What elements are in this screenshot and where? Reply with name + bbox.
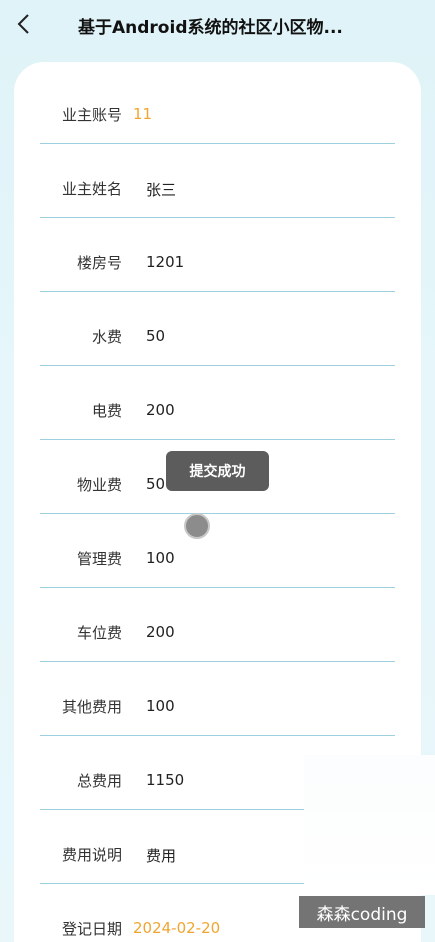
row-management-fee: 管理费 100 [40, 514, 395, 588]
row-owner-account: 业主账号 11 [40, 70, 395, 144]
field-label: 总费用 [76, 772, 122, 790]
row-parking-fee: 车位费 200 [40, 588, 395, 662]
page-title: 基于Android系统的社区小区物... [78, 18, 343, 38]
field-label: 管理费 [76, 550, 122, 568]
field-label: 水费 [91, 328, 122, 346]
overlay-patch [304, 755, 435, 895]
field-value: 费用 [146, 847, 177, 865]
field-value: 1201 [146, 253, 185, 271]
field-value: 11 [133, 105, 153, 123]
field-label: 其他费用 [61, 698, 122, 716]
field-value: 1150 [146, 771, 185, 789]
row-electricity-fee: 电费 200 [40, 366, 395, 440]
field-label: 楼房号 [76, 254, 122, 272]
field-label: 物业费 [76, 476, 122, 494]
chevron-left-icon [17, 14, 29, 34]
field-label: 业主姓名 [61, 180, 122, 198]
field-label: 登记日期 [61, 920, 122, 938]
field-value: 2024-02-20 [133, 919, 221, 937]
row-owner-name: 业主姓名 张三 [40, 144, 395, 218]
watermark: 森森coding [299, 896, 425, 928]
field-value: 200 [146, 623, 175, 641]
row-building-number: 楼房号 1201 [40, 218, 395, 292]
field-value: 200 [146, 401, 175, 419]
field-label: 电费 [91, 402, 122, 420]
success-toast: 提交成功 [166, 451, 269, 491]
field-value: 100 [146, 549, 175, 567]
field-value: 50 [146, 327, 166, 345]
row-other-fee: 其他费用 100 [40, 662, 395, 736]
app-header: 基于Android系统的社区小区物... [0, 0, 435, 50]
touch-indicator [184, 513, 210, 539]
field-value: 张三 [146, 181, 177, 199]
back-button[interactable] [8, 8, 40, 40]
field-value: 100 [146, 697, 175, 715]
row-water-fee: 水费 50 [40, 292, 395, 366]
field-label: 车位费 [76, 624, 122, 642]
field-label: 业主账号 [61, 106, 122, 124]
field-label: 费用说明 [61, 846, 122, 864]
